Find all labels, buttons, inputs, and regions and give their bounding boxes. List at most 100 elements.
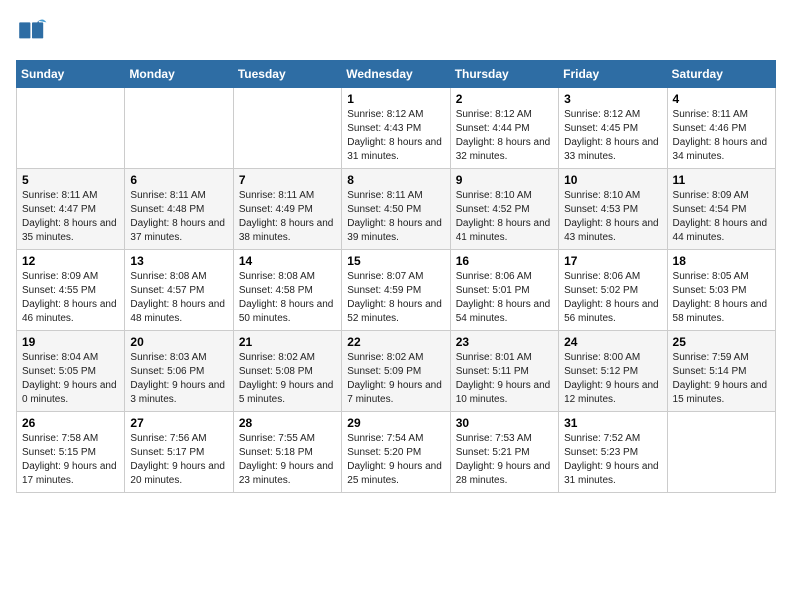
day-number: 18 [673,254,770,268]
day-header-tuesday: Tuesday [233,61,341,88]
day-detail: Sunrise: 7:58 AM Sunset: 5:15 PM Dayligh… [22,432,119,488]
day-detail: Sunrise: 7:54 AM Sunset: 5:20 PM Dayligh… [347,432,444,488]
day-detail: Sunrise: 7:55 AM Sunset: 5:18 PM Dayligh… [239,432,336,488]
calendar-cell [17,88,125,169]
day-detail: Sunrise: 8:00 AM Sunset: 5:12 PM Dayligh… [564,351,661,407]
day-detail: Sunrise: 8:05 AM Sunset: 5:03 PM Dayligh… [673,270,770,326]
day-number: 5 [22,173,119,187]
calendar-cell: 5 Sunrise: 8:11 AM Sunset: 4:47 PM Daylig… [17,169,125,250]
day-number: 15 [347,254,444,268]
day-number: 11 [673,173,770,187]
calendar-cell: 20 Sunrise: 8:03 AM Sunset: 5:06 PM Dayli… [125,331,233,412]
calendar-cell: 17 Sunrise: 8:06 AM Sunset: 5:02 PM Dayli… [559,250,667,331]
day-detail: Sunrise: 8:10 AM Sunset: 4:53 PM Dayligh… [564,189,661,245]
calendar-cell: 8 Sunrise: 8:11 AM Sunset: 4:50 PM Daylig… [342,169,450,250]
calendar-cell: 14 Sunrise: 8:08 AM Sunset: 4:58 PM Dayli… [233,250,341,331]
logo-icon [16,16,48,48]
calendar-cell: 12 Sunrise: 8:09 AM Sunset: 4:55 PM Dayli… [17,250,125,331]
calendar-cell: 1 Sunrise: 8:12 AM Sunset: 4:43 PM Daylig… [342,88,450,169]
day-header-saturday: Saturday [667,61,775,88]
day-header-monday: Monday [125,61,233,88]
day-detail: Sunrise: 8:01 AM Sunset: 5:11 PM Dayligh… [456,351,553,407]
calendar-cell: 29Sunrise: 7:54 AM Sunset: 5:20 PM Dayli… [342,412,450,493]
day-detail: Sunrise: 8:02 AM Sunset: 5:08 PM Dayligh… [239,351,336,407]
calendar-week-5: 26 Sunrise: 7:58 AM Sunset: 5:15 PM Dayli… [17,412,776,493]
day-detail: Sunrise: 8:06 AM Sunset: 5:02 PM Dayligh… [564,270,661,326]
day-number: 12 [22,254,119,268]
day-detail: Sunrise: 8:11 AM Sunset: 4:48 PM Dayligh… [130,189,227,245]
day-detail: Sunrise: 7:56 AM Sunset: 5:17 PM Dayligh… [130,432,227,488]
day-detail: Sunrise: 8:02 AM Sunset: 5:09 PM Dayligh… [347,351,444,407]
calendar-cell: 19Sunrise: 8:04 AM Sunset: 5:05 PM Dayli… [17,331,125,412]
day-number: 24 [564,335,661,349]
calendar-cell: 16Sunrise: 8:06 AM Sunset: 5:01 PM Dayli… [450,250,558,331]
calendar-cell [233,88,341,169]
calendar-week-1: 1 Sunrise: 8:12 AM Sunset: 4:43 PM Daylig… [17,88,776,169]
day-number: 25 [673,335,770,349]
day-detail: Sunrise: 8:03 AM Sunset: 5:06 PM Dayligh… [130,351,227,407]
day-detail: Sunrise: 8:12 AM Sunset: 4:43 PM Dayligh… [347,108,444,164]
day-detail: Sunrise: 8:11 AM Sunset: 4:50 PM Dayligh… [347,189,444,245]
day-detail: Sunrise: 8:12 AM Sunset: 4:44 PM Dayligh… [456,108,553,164]
day-number: 7 [239,173,336,187]
day-number: 21 [239,335,336,349]
calendar-cell: 7 Sunrise: 8:11 AM Sunset: 4:49 PM Daylig… [233,169,341,250]
calendar-cell: 23 Sunrise: 8:01 AM Sunset: 5:11 PM Dayli… [450,331,558,412]
day-detail: Sunrise: 8:11 AM Sunset: 4:46 PM Dayligh… [673,108,770,164]
day-header-friday: Friday [559,61,667,88]
day-number: 2 [456,92,553,106]
calendar-cell: 3 Sunrise: 8:12 AM Sunset: 4:45 PM Daylig… [559,88,667,169]
calendar-cell: 9 Sunrise: 8:10 AM Sunset: 4:52 PM Daylig… [450,169,558,250]
day-number: 1 [347,92,444,106]
day-detail: Sunrise: 8:12 AM Sunset: 4:45 PM Dayligh… [564,108,661,164]
calendar-cell: 18 Sunrise: 8:05 AM Sunset: 5:03 PM Dayli… [667,250,775,331]
day-detail: Sunrise: 8:07 AM Sunset: 4:59 PM Dayligh… [347,270,444,326]
day-detail: Sunrise: 8:08 AM Sunset: 4:58 PM Dayligh… [239,270,336,326]
day-number: 26 [22,416,119,430]
calendar-cell: 4Sunrise: 8:11 AM Sunset: 4:46 PM Daylig… [667,88,775,169]
day-number: 23 [456,335,553,349]
day-detail: Sunrise: 8:11 AM Sunset: 4:49 PM Dayligh… [239,189,336,245]
day-detail: Sunrise: 8:08 AM Sunset: 4:57 PM Dayligh… [130,270,227,326]
day-number: 9 [456,173,553,187]
calendar-cell [125,88,233,169]
day-number: 14 [239,254,336,268]
calendar-table: SundayMondayTuesdayWednesdayThursdayFrid… [16,60,776,493]
calendar-cell: 6 Sunrise: 8:11 AM Sunset: 4:48 PM Daylig… [125,169,233,250]
day-number: 20 [130,335,227,349]
day-header-sunday: Sunday [17,61,125,88]
day-number: 22 [347,335,444,349]
day-number: 3 [564,92,661,106]
day-detail: Sunrise: 7:52 AM Sunset: 5:23 PM Dayligh… [564,432,661,488]
calendar-cell: 11Sunrise: 8:09 AM Sunset: 4:54 PM Dayli… [667,169,775,250]
calendar-cell: 21 Sunrise: 8:02 AM Sunset: 5:08 PM Dayli… [233,331,341,412]
calendar-cell: 27 Sunrise: 7:56 AM Sunset: 5:17 PM Dayli… [125,412,233,493]
day-detail: Sunrise: 8:11 AM Sunset: 4:47 PM Dayligh… [22,189,119,245]
day-number: 8 [347,173,444,187]
day-header-wednesday: Wednesday [342,61,450,88]
day-detail: Sunrise: 7:59 AM Sunset: 5:14 PM Dayligh… [673,351,770,407]
day-number: 16 [456,254,553,268]
day-number: 19 [22,335,119,349]
calendar-cell: 24 Sunrise: 8:00 AM Sunset: 5:12 PM Dayli… [559,331,667,412]
calendar-week-4: 19Sunrise: 8:04 AM Sunset: 5:05 PM Dayli… [17,331,776,412]
calendar-cell: 15 Sunrise: 8:07 AM Sunset: 4:59 PM Dayli… [342,250,450,331]
day-detail: Sunrise: 8:09 AM Sunset: 4:55 PM Dayligh… [22,270,119,326]
day-number: 10 [564,173,661,187]
day-number: 28 [239,416,336,430]
day-number: 17 [564,254,661,268]
calendar-header-row: SundayMondayTuesdayWednesdayThursdayFrid… [17,61,776,88]
day-number: 27 [130,416,227,430]
header [16,16,776,48]
calendar-cell: 22 Sunrise: 8:02 AM Sunset: 5:09 PM Dayli… [342,331,450,412]
calendar-cell: 10 Sunrise: 8:10 AM Sunset: 4:53 PM Dayli… [559,169,667,250]
day-detail: Sunrise: 8:10 AM Sunset: 4:52 PM Dayligh… [456,189,553,245]
day-number: 13 [130,254,227,268]
calendar-cell: 30Sunrise: 7:53 AM Sunset: 5:21 PM Dayli… [450,412,558,493]
calendar-week-2: 5 Sunrise: 8:11 AM Sunset: 4:47 PM Daylig… [17,169,776,250]
calendar-cell: 26 Sunrise: 7:58 AM Sunset: 5:15 PM Dayli… [17,412,125,493]
day-number: 6 [130,173,227,187]
logo [16,16,52,48]
calendar-cell: 13 Sunrise: 8:08 AM Sunset: 4:57 PM Dayli… [125,250,233,331]
day-number: 30 [456,416,553,430]
